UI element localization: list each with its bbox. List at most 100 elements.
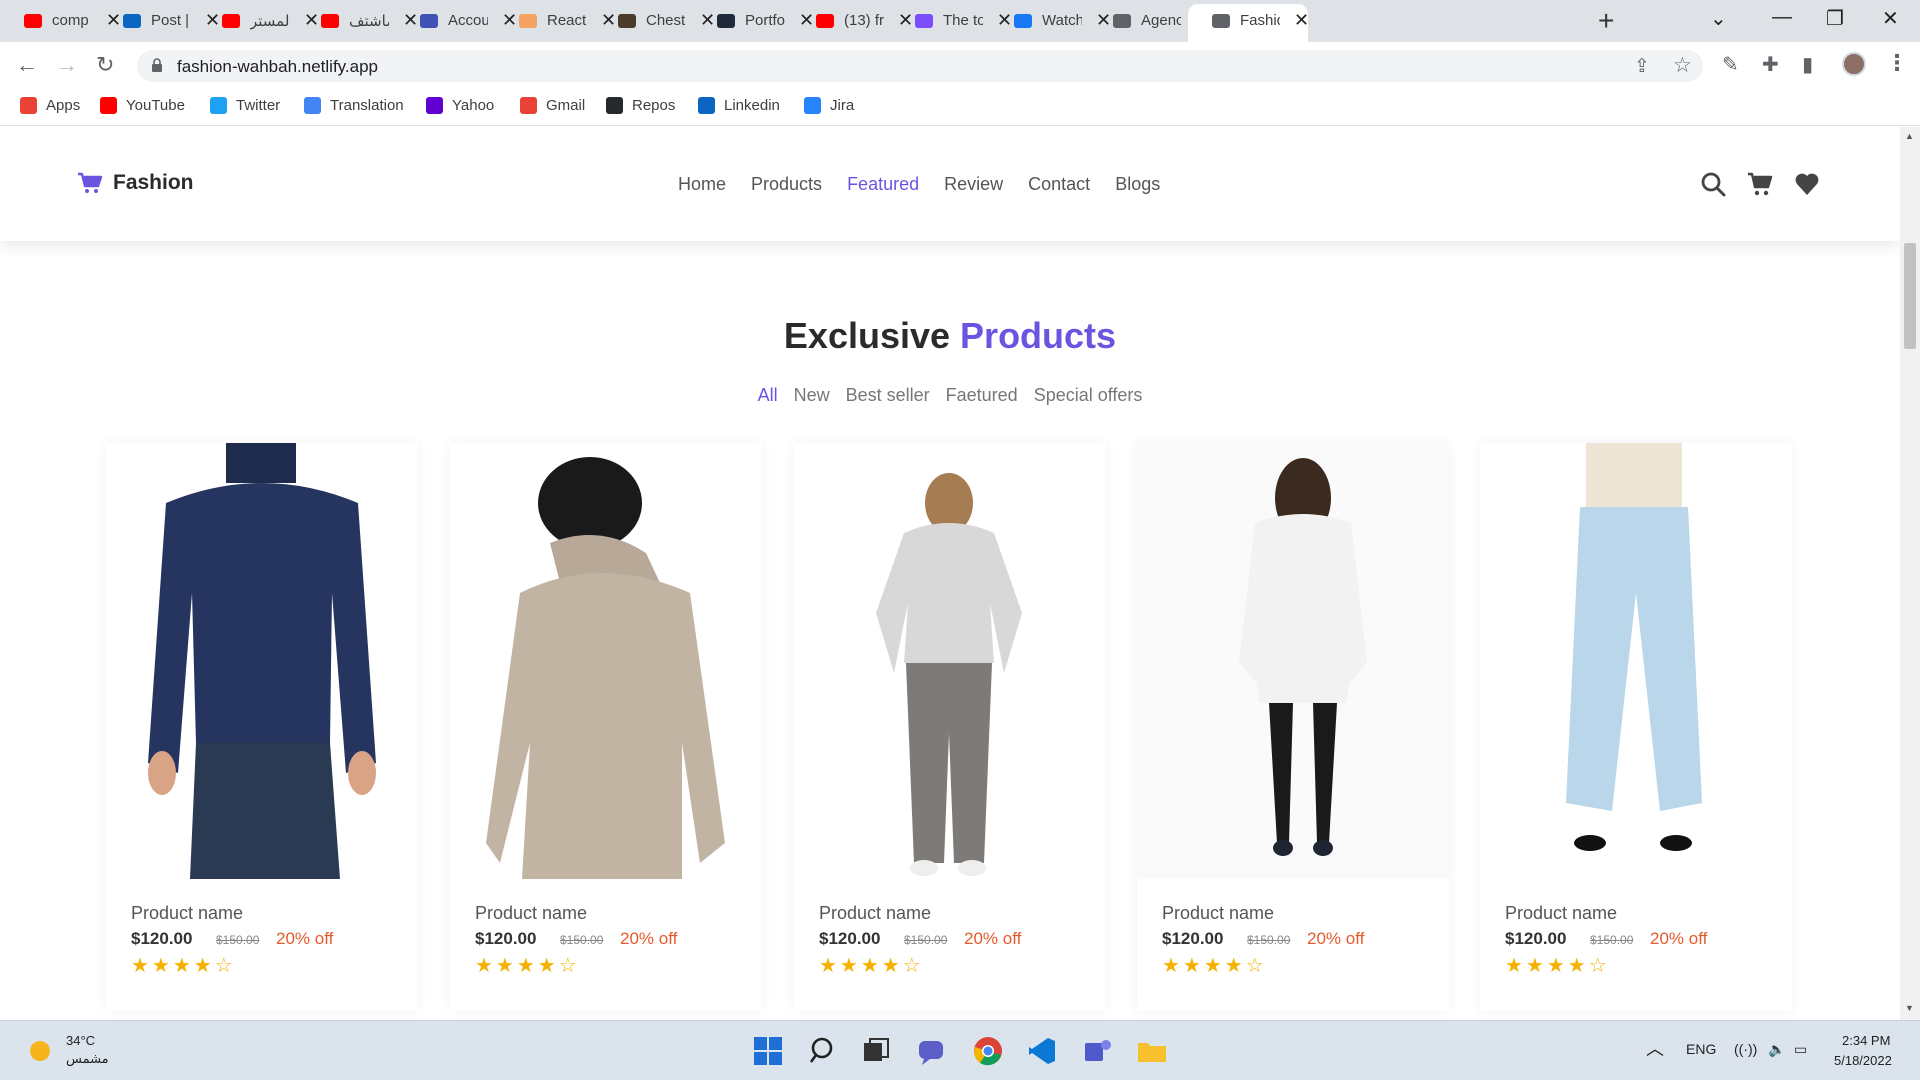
product-image[interactable]	[106, 443, 418, 879]
battery-icon[interactable]: ▭	[1794, 1041, 1807, 1058]
page-scrollbar[interactable]: ▲ ▼	[1900, 127, 1920, 1020]
side-panel-icon[interactable]: ▮	[1802, 52, 1813, 77]
filter-tab[interactable]: Special offers	[1034, 385, 1143, 405]
bookmark-item[interactable]: YouTube	[100, 97, 185, 114]
bookmark-icon	[304, 97, 321, 114]
restore-icon[interactable]: ❐	[1826, 6, 1844, 31]
bookmark-item[interactable]: Linkedin	[698, 97, 780, 114]
tab-title: Accou	[448, 12, 488, 29]
wifi-icon[interactable]: ((·))	[1734, 1041, 1757, 1057]
product-card[interactable]: Product name $120.00 $150.00 20% off ★★★…	[450, 443, 762, 1011]
bookmark-label: Repos	[632, 97, 676, 114]
address-bar[interactable]: fashion-wahbah.netlify.app ⇪ ☆	[137, 50, 1703, 82]
nav-link-review[interactable]: Review	[944, 174, 1003, 195]
tab-search-icon[interactable]: ⌄	[1710, 6, 1727, 31]
browser-tab[interactable]: Fashic ✕	[1188, 4, 1309, 42]
nav-link-featured[interactable]: Featured	[847, 174, 919, 195]
bookmark-item[interactable]: Gmail	[520, 97, 585, 114]
product-name[interactable]: Product name	[1162, 903, 1274, 924]
tab-title: The to	[943, 12, 983, 29]
filter-tab[interactable]: Faetured	[946, 385, 1018, 405]
eyedropper-icon[interactable]: ✎	[1722, 52, 1739, 77]
chat-icon[interactable]	[916, 1035, 948, 1067]
menu-icon[interactable]: ⋮	[1886, 50, 1908, 76]
product-image[interactable]	[1137, 443, 1449, 879]
chrome-icon[interactable]	[972, 1035, 1004, 1067]
share-icon[interactable]: ⇪	[1634, 55, 1650, 78]
vscode-icon[interactable]	[1026, 1035, 1058, 1067]
windows-taskbar: 34°C مشمس ︿ ENG ((·)) 🔈 ▭ 2:34 PM 5/18/2…	[0, 1020, 1920, 1080]
product-old-price: $150.00	[1590, 933, 1634, 947]
tab-favicon-icon	[816, 14, 834, 28]
product-image[interactable]	[450, 443, 762, 879]
task-view-icon[interactable]	[860, 1035, 892, 1067]
profile-avatar[interactable]	[1842, 52, 1866, 76]
tab-close-icon[interactable]: ✕	[1294, 10, 1309, 30]
product-card[interactable]: Product name $120.00 $150.00 20% off ★★★…	[1137, 443, 1449, 1011]
bookmark-label: Apps	[46, 97, 81, 114]
weather-description[interactable]: مشمس	[66, 1051, 109, 1067]
site-logo[interactable]: Fashion	[77, 171, 194, 195]
clock-time[interactable]: 2:34 PM	[1842, 1033, 1890, 1048]
teams-icon[interactable]	[1082, 1035, 1114, 1067]
product-card[interactable]: Product name $120.00 $150.00 20% off ★★★…	[1480, 443, 1792, 1011]
product-old-price: $150.00	[1247, 933, 1291, 947]
nav-link-contact[interactable]: Contact	[1028, 174, 1090, 195]
windows-start-icon[interactable]	[752, 1035, 784, 1067]
tab-title: Chest	[646, 12, 686, 29]
bookmark-icon	[698, 97, 715, 114]
product-name[interactable]: Product name	[819, 903, 931, 924]
bookmark-star-icon[interactable]: ☆	[1673, 53, 1692, 78]
weather-sun-icon[interactable]	[30, 1041, 50, 1061]
weather-temperature[interactable]: 34°C	[66, 1033, 95, 1048]
bookmark-item[interactable]: Twitter	[210, 97, 280, 114]
filter-tab[interactable]: Best seller	[846, 385, 930, 405]
tab-title: (13) fr	[844, 12, 884, 29]
url-text[interactable]: fashion-wahbah.netlify.app	[177, 57, 378, 77]
bookmark-label: Gmail	[546, 97, 586, 114]
new-tab-button[interactable]: +	[1598, 6, 1614, 36]
product-image[interactable]	[1480, 443, 1792, 879]
product-name[interactable]: Product name	[475, 903, 587, 924]
taskbar-search-icon[interactable]	[808, 1035, 840, 1067]
product-card[interactable]: Product name $120.00 $150.00 20% off ★★★…	[794, 443, 1106, 1011]
product-discount: 20% off	[964, 929, 1022, 948]
scroll-down-icon[interactable]: ▼	[1905, 1003, 1914, 1013]
product-name[interactable]: Product name	[1505, 903, 1617, 924]
nav-link-products[interactable]: Products	[751, 174, 822, 195]
bookmark-icon	[20, 97, 37, 114]
tab-favicon-icon	[321, 14, 339, 28]
bookmark-item[interactable]: Repos	[606, 97, 675, 114]
language-indicator[interactable]: ENG	[1686, 1041, 1716, 1057]
bookmark-item[interactable]: Apps	[20, 97, 80, 114]
cart-icon[interactable]	[1747, 171, 1773, 197]
back-icon[interactable]: ←	[16, 52, 38, 78]
heart-icon[interactable]	[1794, 171, 1820, 197]
extensions-icon[interactable]: ✚	[1762, 52, 1779, 77]
reload-icon[interactable]: ↻	[96, 52, 114, 78]
product-rating: ★★★★☆	[475, 955, 580, 977]
product-name[interactable]: Product name	[131, 903, 243, 924]
filter-tab[interactable]: All	[758, 385, 778, 405]
bookmark-item[interactable]: Translation	[304, 97, 404, 114]
bookmark-item[interactable]: Jira	[804, 97, 854, 114]
volume-icon[interactable]: 🔈	[1768, 1041, 1785, 1058]
product-filters: All New Best seller Faetured Special offers	[0, 385, 1900, 406]
nav-link-blogs[interactable]: Blogs	[1115, 174, 1160, 195]
tab-favicon-icon	[618, 14, 636, 28]
search-icon[interactable]	[1700, 171, 1726, 197]
file-explorer-icon[interactable]	[1136, 1035, 1168, 1067]
tray-chevron-icon[interactable]: ︿	[1646, 1035, 1664, 1061]
product-image[interactable]	[794, 443, 1106, 879]
close-window-icon[interactable]: ✕	[1882, 6, 1899, 31]
minimize-icon[interactable]: —	[1772, 6, 1792, 29]
nav-link-home[interactable]: Home	[678, 174, 726, 195]
product-card[interactable]: Product name $120.00 $150.00 20% off ★★★…	[106, 443, 418, 1011]
bookmark-item[interactable]: Yahoo	[426, 97, 494, 114]
bookmark-icon	[100, 97, 117, 114]
scroll-up-icon[interactable]: ▲	[1905, 131, 1914, 141]
clock-date[interactable]: 5/18/2022	[1834, 1053, 1892, 1068]
filter-tab[interactable]: New	[794, 385, 830, 405]
forward-icon[interactable]: →	[56, 52, 78, 78]
scrollbar-thumb[interactable]	[1904, 243, 1916, 349]
